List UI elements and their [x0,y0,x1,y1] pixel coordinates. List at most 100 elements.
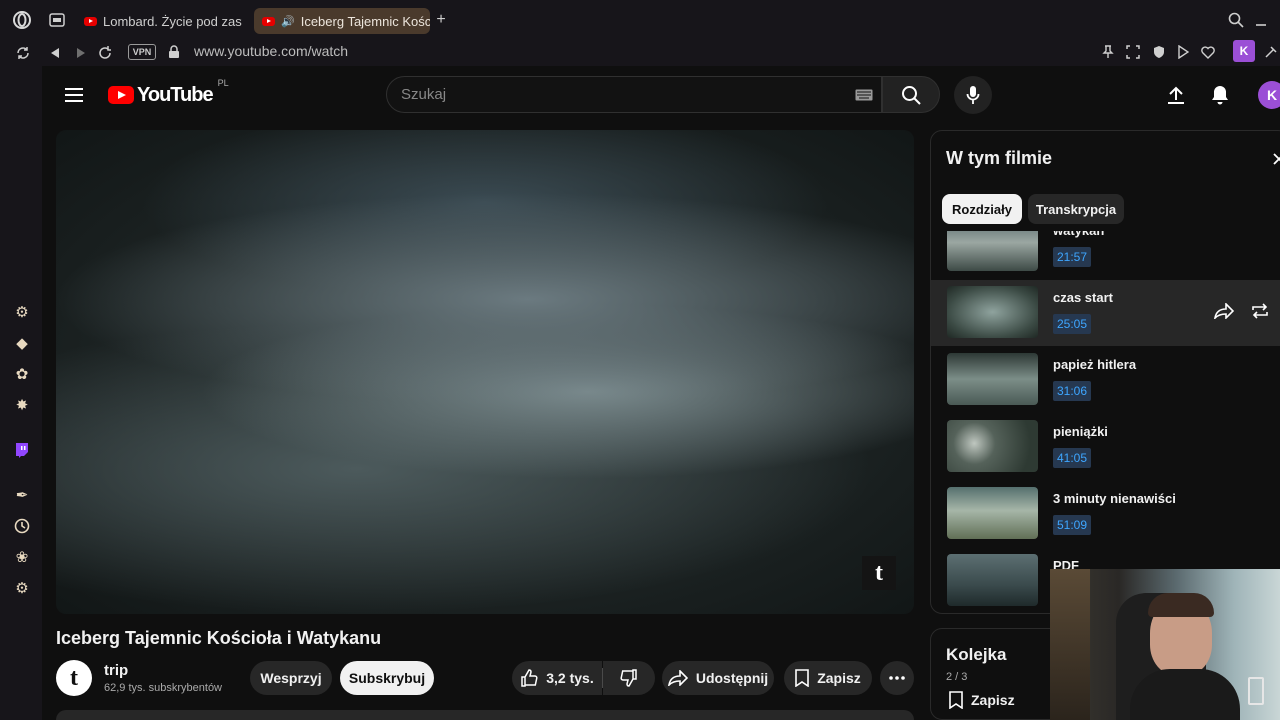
chapter-item[interactable]: papież hitlera 31:06 [931,347,1280,413]
vpn-badge[interactable]: VPN [128,44,156,60]
tab-iceberg[interactable]: 🔊 Iceberg Tajemnic Kości [254,8,430,34]
youtube-favicon-icon [262,16,275,26]
channel-watermark[interactable]: t [862,556,896,590]
channel-name[interactable]: trip [104,662,128,679]
minimize-icon[interactable] [1254,14,1268,28]
subscribe-button[interactable]: Subskrybuj [340,661,434,695]
search-icon [902,85,921,105]
search-tabs-icon[interactable] [1227,11,1245,29]
queue-save-label: Zapisz [971,692,1015,708]
bookshelf [1050,569,1090,720]
panel-title: W tym filmie [946,148,1053,168]
creature-icon[interactable]: ✿ [12,364,32,384]
chapter-timestamp[interactable]: 41:05 [1053,448,1092,468]
back-icon[interactable] [46,44,64,62]
chapter-title: pieniążki [1053,424,1108,439]
keyboard-icon[interactable] [855,88,873,106]
chapter-item-active[interactable]: czas start 25:05 [931,280,1280,346]
lock-icon[interactable] [166,43,182,61]
account-avatar[interactable]: K [1258,81,1280,109]
bookmark-icon [949,691,963,709]
youtube-logo[interactable]: YouTube PL [108,78,229,106]
tab-chapters[interactable]: Rozdziały [942,194,1022,224]
profile-avatar[interactable]: K [1233,40,1255,62]
share-label: Udostępnij [695,670,769,686]
opera-sidebar: ⚙ ◆ ✿ ✸ ✒ ❀ ⚙ [0,66,42,720]
tab-transcript[interactable]: Transkrypcja [1028,194,1124,224]
channel-avatar[interactable]: t [56,660,92,696]
lamp-icon[interactable]: ⚙ [12,302,32,322]
twitch-icon[interactable] [12,440,32,460]
snapshot-icon[interactable] [1124,43,1142,61]
shield-icon[interactable] [1150,43,1168,61]
sync-icon[interactable] [14,44,32,62]
loop-chapter-icon[interactable] [1249,300,1271,322]
country-code: PL [217,78,229,88]
browser-address-bar: VPN www.youtube.com/watch K [0,40,1280,66]
chapter-item[interactable]: 3 minuty nienawiści 51:09 [931,481,1280,547]
chapter-timestamp[interactable]: 21:57 [1053,247,1092,267]
chapters-list: watykan 21:57 czas start 25:05 papież hi… [931,231,1280,613]
youtube-wordmark: YouTube [137,83,214,106]
notifications-icon[interactable] [1208,83,1232,107]
menu-icon[interactable] [64,85,86,105]
search-button[interactable] [882,76,940,113]
chapter-thumbnail [947,420,1038,472]
heart-icon[interactable] [1199,43,1217,61]
more-actions-button[interactable] [880,661,914,695]
youtube-favicon-icon [84,16,97,26]
share-button[interactable]: Udostępnij [662,661,774,695]
pet-icon[interactable]: ❀ [12,547,32,567]
like-button[interactable]: 3,2 tys. [512,661,602,695]
tab-island-icon[interactable] [48,12,66,28]
microphone-icon [966,86,980,104]
like-count: 3,2 tys. [546,670,594,686]
support-button[interactable]: Wesprzyj [250,661,332,695]
share-chapter-icon[interactable] [1213,300,1235,322]
close-icon[interactable] [1271,151,1280,167]
subscriber-count: 62,9 tys. subskrybentów [104,682,223,694]
save-button[interactable]: Zapisz [784,661,872,695]
queue-save-button[interactable]: Zapisz [949,691,1015,709]
queue-position: 2 / 3 [946,671,968,683]
pin-icon[interactable] [1099,43,1117,61]
search-input[interactable]: Szukaj [386,76,882,113]
chapters-panel: W tym filmie Rozdziały Transkrypcja waty… [930,130,1280,614]
chapter-timestamp[interactable]: 51:09 [1053,515,1092,535]
url-field[interactable]: www.youtube.com/watch [194,43,348,59]
tab-lombard[interactable]: Lombard. Życie pod zasta [76,8,242,34]
settings-icon[interactable]: ⚙ [12,578,32,598]
description-box[interactable] [56,710,914,720]
tab-label: Iceberg Tajemnic Kości [300,13,430,29]
dislike-button[interactable] [603,661,655,695]
chapter-timestamp[interactable]: 25:05 [1053,314,1092,334]
star-burst-icon[interactable]: ✸ [12,395,32,415]
browser-tab-bar: Lombard. Życie pod zasta 🔊 Iceberg Tajem… [0,0,1280,40]
thumbs-down-icon [620,669,637,687]
person-hair [1148,593,1214,617]
search-placeholder: Szukaj [401,86,447,103]
brush-icon[interactable]: ✒ [12,485,32,505]
extensions-icon[interactable] [1262,43,1280,61]
chapter-timestamp[interactable]: 31:06 [1053,381,1092,401]
upload-icon[interactable] [1164,83,1188,107]
diamond-icon[interactable]: ◆ [12,333,32,353]
clock-icon[interactable] [12,516,32,536]
youtube-masthead: YouTube PL Szukaj K [42,66,1280,124]
save-label: Zapisz [817,670,861,686]
chapter-item[interactable]: watykan 21:57 [931,231,1280,279]
opera-logo-icon[interactable] [12,10,32,30]
new-tab-button[interactable]: + [433,11,449,29]
chapter-item[interactable]: pieniążki 41:05 [931,414,1280,480]
video-player[interactable]: t [56,130,914,614]
voice-search-button[interactable] [954,76,992,114]
speaker-icon[interactable]: 🔊 [281,15,295,28]
youtube-play-icon [108,86,134,104]
chapter-title: czas start [1053,290,1113,305]
reload-icon[interactable] [96,44,114,62]
forward-icon[interactable] [72,44,90,62]
share-icon [667,670,688,686]
player-icon[interactable] [1174,43,1192,61]
chapter-thumbnail [947,231,1038,271]
webcam-overlay [1050,569,1280,720]
